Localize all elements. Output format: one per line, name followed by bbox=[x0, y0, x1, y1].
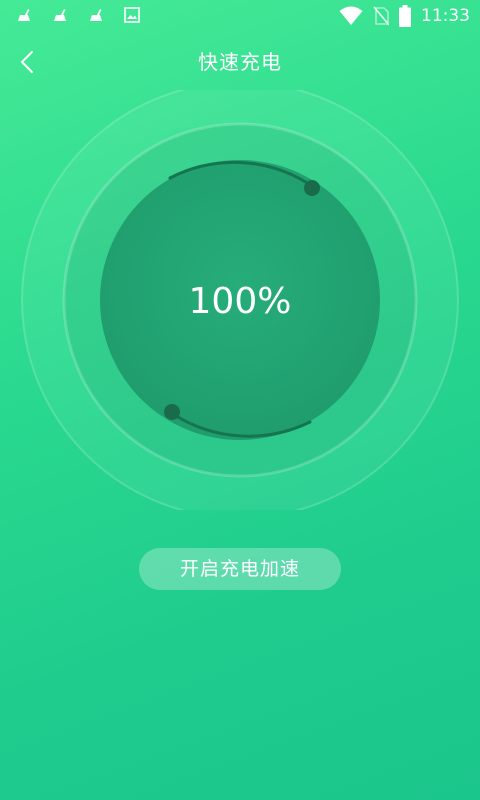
charge-percent: 100% bbox=[188, 281, 292, 322]
no-sim-icon bbox=[373, 6, 389, 26]
cleaner-icon bbox=[54, 9, 66, 21]
page-title: 快速充电 bbox=[198, 50, 282, 74]
status-time: 11:33 bbox=[421, 6, 470, 26]
cleaner-icon bbox=[90, 9, 102, 21]
status-bar: 11:33 bbox=[0, 0, 480, 32]
image-icon bbox=[124, 7, 140, 23]
header: 快速充电 bbox=[0, 40, 480, 84]
progress-handle bbox=[304, 180, 320, 196]
battery-icon bbox=[399, 5, 411, 27]
status-notifications bbox=[16, 7, 140, 23]
start-charge-boost-button[interactable]: 开启充电加速 bbox=[139, 548, 341, 590]
progress-handle bbox=[164, 404, 180, 420]
cleaner-icon bbox=[18, 9, 30, 21]
wifi-icon bbox=[339, 6, 363, 25]
status-system: 11:33 bbox=[339, 4, 470, 28]
